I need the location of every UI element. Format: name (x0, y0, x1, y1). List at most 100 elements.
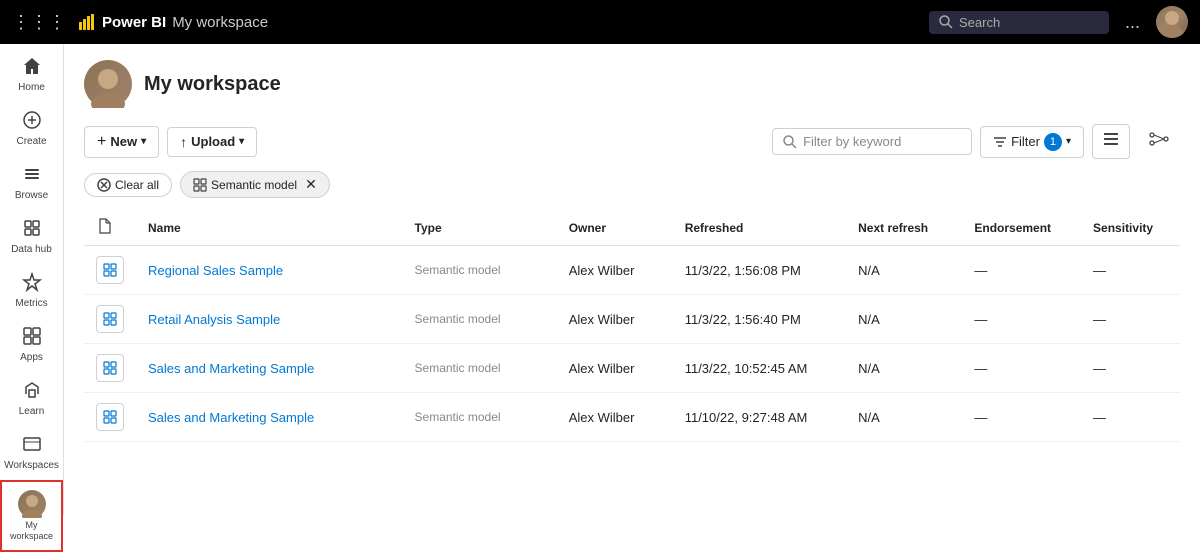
filter-icon (993, 135, 1007, 149)
apps-label: Apps (20, 352, 43, 364)
sidebar-item-browse[interactable]: Browse (0, 156, 63, 210)
sidebar-item-myworkspace[interactable]: Myworkspace (0, 480, 63, 552)
col-header-name[interactable]: Name (136, 210, 403, 246)
sidebar: Home Create Browse Data hub Metrics (0, 44, 64, 515)
clear-all-chip[interactable]: Clear all (84, 173, 172, 197)
global-search[interactable] (929, 11, 1109, 34)
row-refreshed: 11/3/22, 1:56:08 PM (673, 246, 846, 295)
col-header-owner[interactable]: Owner (557, 210, 673, 246)
row-icon-cell (84, 393, 136, 442)
table-row[interactable]: Retail Analysis Sample Semantic model Al… (84, 295, 1180, 344)
row-owner: Alex Wilber (557, 246, 673, 295)
row-endorsement: — (962, 393, 1081, 442)
col-header-endorsement[interactable]: Endorsement (962, 210, 1081, 246)
workspace-breadcrumb: My workspace (172, 14, 268, 31)
learn-icon (22, 380, 42, 404)
new-label: New (110, 134, 137, 149)
file-icon (96, 218, 112, 234)
keyword-filter-input[interactable] (803, 134, 953, 149)
semantic-chip-close-icon[interactable]: ✕ (305, 176, 317, 193)
upload-chevron-icon: ▾ (239, 136, 244, 147)
learn-label: Learn (19, 406, 45, 418)
lineage-view-button[interactable] (1138, 124, 1180, 159)
sidebar-item-datahub[interactable]: Data hub (0, 210, 63, 264)
clear-icon (97, 178, 111, 192)
filter-label: Filter (1011, 134, 1040, 149)
more-options-button[interactable]: ... (1117, 12, 1148, 33)
list-view-button[interactable] (1092, 124, 1130, 159)
row-name[interactable]: Sales and Marketing Sample (136, 344, 403, 393)
create-label: Create (16, 136, 46, 148)
sidebar-item-learn[interactable]: Learn (0, 372, 63, 426)
row-owner: Alex Wilber (557, 295, 673, 344)
row-name[interactable]: Retail Analysis Sample (136, 295, 403, 344)
col-header-type[interactable]: Type (403, 210, 557, 246)
browse-icon (22, 164, 42, 188)
row-next-refresh: N/A (846, 393, 962, 442)
col-header-icon (84, 210, 136, 246)
filter-search-icon (783, 135, 797, 149)
app-name: Power BI (102, 14, 166, 31)
search-icon (939, 15, 953, 29)
top-nav: ⋮⋮⋮ Power BI My workspace ... (0, 0, 1200, 44)
row-next-refresh: N/A (846, 246, 962, 295)
plus-icon: + (97, 133, 106, 151)
row-refreshed: 11/10/22, 9:27:48 AM (673, 393, 846, 442)
row-name[interactable]: Regional Sales Sample (136, 246, 403, 295)
workspace-title: My workspace (144, 73, 281, 96)
lineage-icon (1149, 131, 1169, 147)
metrics-label: Metrics (15, 298, 47, 310)
sidebar-item-workspaces[interactable]: Workspaces (0, 426, 63, 480)
row-type: Semantic model (403, 344, 557, 393)
filter-button[interactable]: Filter 1 ▾ (980, 126, 1084, 158)
col-header-refreshed[interactable]: Refreshed (673, 210, 846, 246)
upload-label: Upload (191, 134, 235, 149)
col-header-nextrefresh[interactable]: Next refresh (846, 210, 962, 246)
metrics-icon (22, 272, 42, 296)
filter-chevron-icon: ▾ (1066, 136, 1071, 147)
avatar-image (1156, 6, 1188, 38)
toolbar: + New ▾ ↑ Upload ▾ (84, 124, 1180, 159)
search-input[interactable] (959, 15, 1079, 30)
semantic-model-chip[interactable]: Semantic model ✕ (180, 171, 330, 198)
table-row[interactable]: Sales and Marketing Sample Semantic mode… (84, 344, 1180, 393)
row-name[interactable]: Sales and Marketing Sample (136, 393, 403, 442)
myworkspace-label: Myworkspace (10, 520, 53, 542)
sidebar-item-home[interactable]: Home (0, 48, 63, 102)
table-row[interactable]: Regional Sales Sample Semantic model Ale… (84, 246, 1180, 295)
home-label: Home (18, 82, 45, 94)
row-type: Semantic model (403, 295, 557, 344)
row-sensitivity: — (1081, 246, 1180, 295)
sidebar-item-create[interactable]: Create (0, 102, 63, 156)
main-content: My workspace + New ▾ ↑ Upload ▾ (64, 44, 1200, 515)
browse-label: Browse (15, 190, 48, 202)
sidebar-item-apps[interactable]: Apps (0, 318, 63, 372)
row-owner: Alex Wilber (557, 344, 673, 393)
row-owner: Alex Wilber (557, 393, 673, 442)
datahub-icon (22, 218, 42, 242)
row-endorsement: — (962, 344, 1081, 393)
semantic-model-chip-icon (193, 178, 207, 192)
row-type: Semantic model (403, 393, 557, 442)
grid-icon[interactable]: ⋮⋮⋮ (12, 12, 66, 33)
workspace-header: My workspace (84, 60, 1180, 108)
upload-button[interactable]: ↑ Upload ▾ (167, 127, 257, 157)
col-header-sensitivity[interactable]: Sensitivity (1081, 210, 1180, 246)
home-icon (22, 56, 42, 80)
row-sensitivity: — (1081, 344, 1180, 393)
row-type: Semantic model (403, 246, 557, 295)
my-workspace-avatar (18, 490, 46, 518)
row-endorsement: — (962, 246, 1081, 295)
clear-all-label: Clear all (115, 178, 159, 192)
user-avatar[interactable] (1156, 6, 1188, 38)
row-icon-cell (84, 295, 136, 344)
row-icon-cell (84, 344, 136, 393)
sidebar-item-metrics[interactable]: Metrics (0, 264, 63, 318)
main-layout: Home Create Browse Data hub Metrics (0, 44, 1200, 515)
new-button[interactable]: + New ▾ (84, 126, 159, 158)
keyword-filter[interactable] (772, 128, 972, 155)
workspaces-icon (22, 434, 42, 458)
table-row[interactable]: Sales and Marketing Sample Semantic mode… (84, 393, 1180, 442)
row-sensitivity: — (1081, 295, 1180, 344)
chevron-down-icon: ▾ (141, 136, 146, 147)
